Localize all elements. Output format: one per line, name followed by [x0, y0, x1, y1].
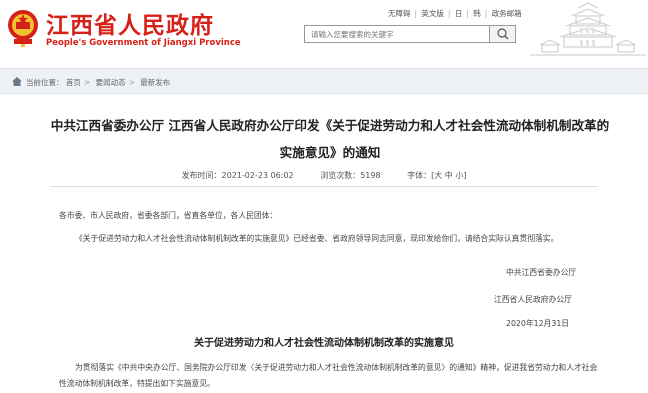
signature-party-office: 中共江西省委办公厅: [506, 268, 577, 277]
breadcrumb-latest[interactable]: 最新发布: [140, 78, 170, 87]
link-english[interactable]: 英文版: [421, 9, 444, 18]
article-meta: 发布时间：2021-02-23 06:02 浏览次数：5198 字体：[大 中 …: [0, 170, 648, 181]
national-emblem-icon: [8, 10, 38, 47]
home-icon: [12, 77, 22, 86]
paragraph-intro: 为贯彻落实《中共中央办公厅、国务院办公厅印发〈关于促进劳动力和人才社会性流动体制…: [59, 363, 598, 388]
signature-government-office: 江西省人民政府办公厅: [494, 295, 572, 304]
link-gov-mail[interactable]: 政务邮箱: [492, 9, 522, 18]
tengwang-pavilion-illustration: [530, 2, 646, 56]
breadcrumb-home[interactable]: 首页: [66, 78, 81, 87]
breadcrumb-label: 当前位置：: [26, 78, 64, 87]
article-subtitle: 关于促进劳动力和人才社会性流动体制机制改革的实施意见: [194, 338, 454, 349]
link-japanese[interactable]: 日: [455, 9, 463, 18]
divider: [50, 186, 598, 187]
paragraph-notice: 《关于促进劳动力和人才社会性流动体制机制改革的实施意见》已经省委、省政府领导同志…: [75, 234, 559, 243]
site-subtitle: People's Government of Jiangxi Province: [46, 38, 241, 48]
breadcrumb: 当前位置： 首页 > 要闻动态 > 最新发布: [0, 68, 648, 94]
search-input[interactable]: [311, 28, 481, 40]
link-korean[interactable]: 韩: [473, 9, 481, 18]
publish-time: 发布时间：2021-02-23 06:02: [181, 171, 294, 180]
site-header: 江西省人民政府 People's Government of Jiangxi P…: [0, 0, 648, 62]
view-count: 浏览次数：5198: [320, 171, 381, 180]
top-links: 无障碍 | 英文版 | 日 | 韩 | 政务邮箱: [388, 9, 522, 18]
link-accessibility[interactable]: 无障碍: [388, 9, 411, 18]
site-title[interactable]: 江西省人民政府: [46, 6, 214, 40]
paragraph-recipients: 各市委、市人民政府，省委各部门，省直各单位，各人民团体：: [59, 211, 278, 220]
article-title: 中共江西省委办公厅 江西省人民政府办公厅印发《关于促进劳动力和人才社会性流动体制…: [50, 118, 610, 160]
search-box: [304, 25, 516, 43]
search-button[interactable]: [489, 26, 515, 42]
search-icon: [497, 28, 509, 40]
signature-date: 2020年12月31日: [506, 319, 570, 328]
font-size-selector[interactable]: 字体：[大 中 小]: [407, 171, 466, 180]
breadcrumb-news[interactable]: 要闻动态: [96, 78, 126, 87]
